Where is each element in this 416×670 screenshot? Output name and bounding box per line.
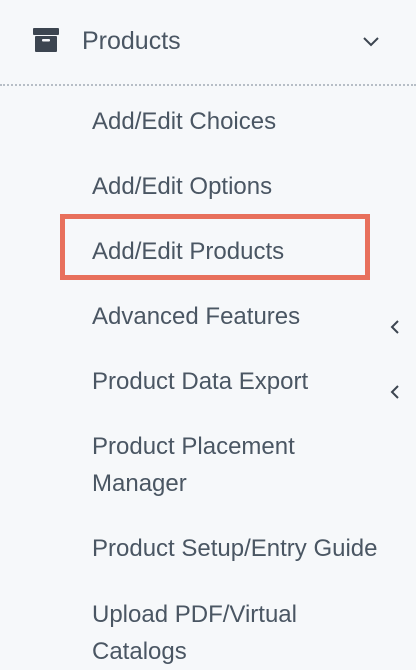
- menu-item-label: Advanced Features: [92, 303, 301, 330]
- menu-divider: [0, 84, 416, 86]
- menu-item-label: Product Placement Manager: [92, 433, 295, 497]
- menu-item-product-setup-entry-guide[interactable]: Product Setup/Entry Guide: [92, 530, 412, 567]
- menu-item-add-edit-products[interactable]: Add/Edit Products: [92, 233, 412, 270]
- menu-item-product-data-export[interactable]: Product Data Export: [92, 363, 412, 400]
- chevron-left-icon[interactable]: [390, 309, 400, 334]
- products-menu-header[interactable]: Products: [0, 0, 416, 84]
- menu-item-label: Product Setup/Entry Guide: [92, 535, 378, 562]
- menu-item-product-placement-manager[interactable]: Product Placement Manager: [92, 428, 412, 502]
- chevron-left-icon[interactable]: [390, 374, 400, 399]
- menu-item-label: Add/Edit Choices: [92, 108, 277, 135]
- products-menu: Products Add/Edit Choices Add/Edit Optio…: [0, 0, 416, 668]
- menu-item-add-edit-choices[interactable]: Add/Edit Choices: [92, 103, 412, 140]
- menu-item-add-edit-options[interactable]: Add/Edit Options: [92, 168, 412, 205]
- menu-item-label: Add/Edit Products: [92, 238, 285, 265]
- menu-item-advanced-features[interactable]: Advanced Features: [92, 298, 412, 335]
- menu-item-label: Add/Edit Options: [92, 173, 273, 200]
- chevron-down-icon[interactable]: [362, 35, 380, 47]
- menu-item-label: Upload PDF/Virtual Catalogs: [92, 601, 297, 665]
- menu-item-label: Product Data Export: [92, 368, 309, 395]
- products-menu-label: Products: [82, 27, 181, 55]
- menu-item-upload-pdf-virtual-catalogs[interactable]: Upload PDF/Virtual Catalogs: [92, 596, 412, 670]
- archive-box-icon: [33, 28, 59, 52]
